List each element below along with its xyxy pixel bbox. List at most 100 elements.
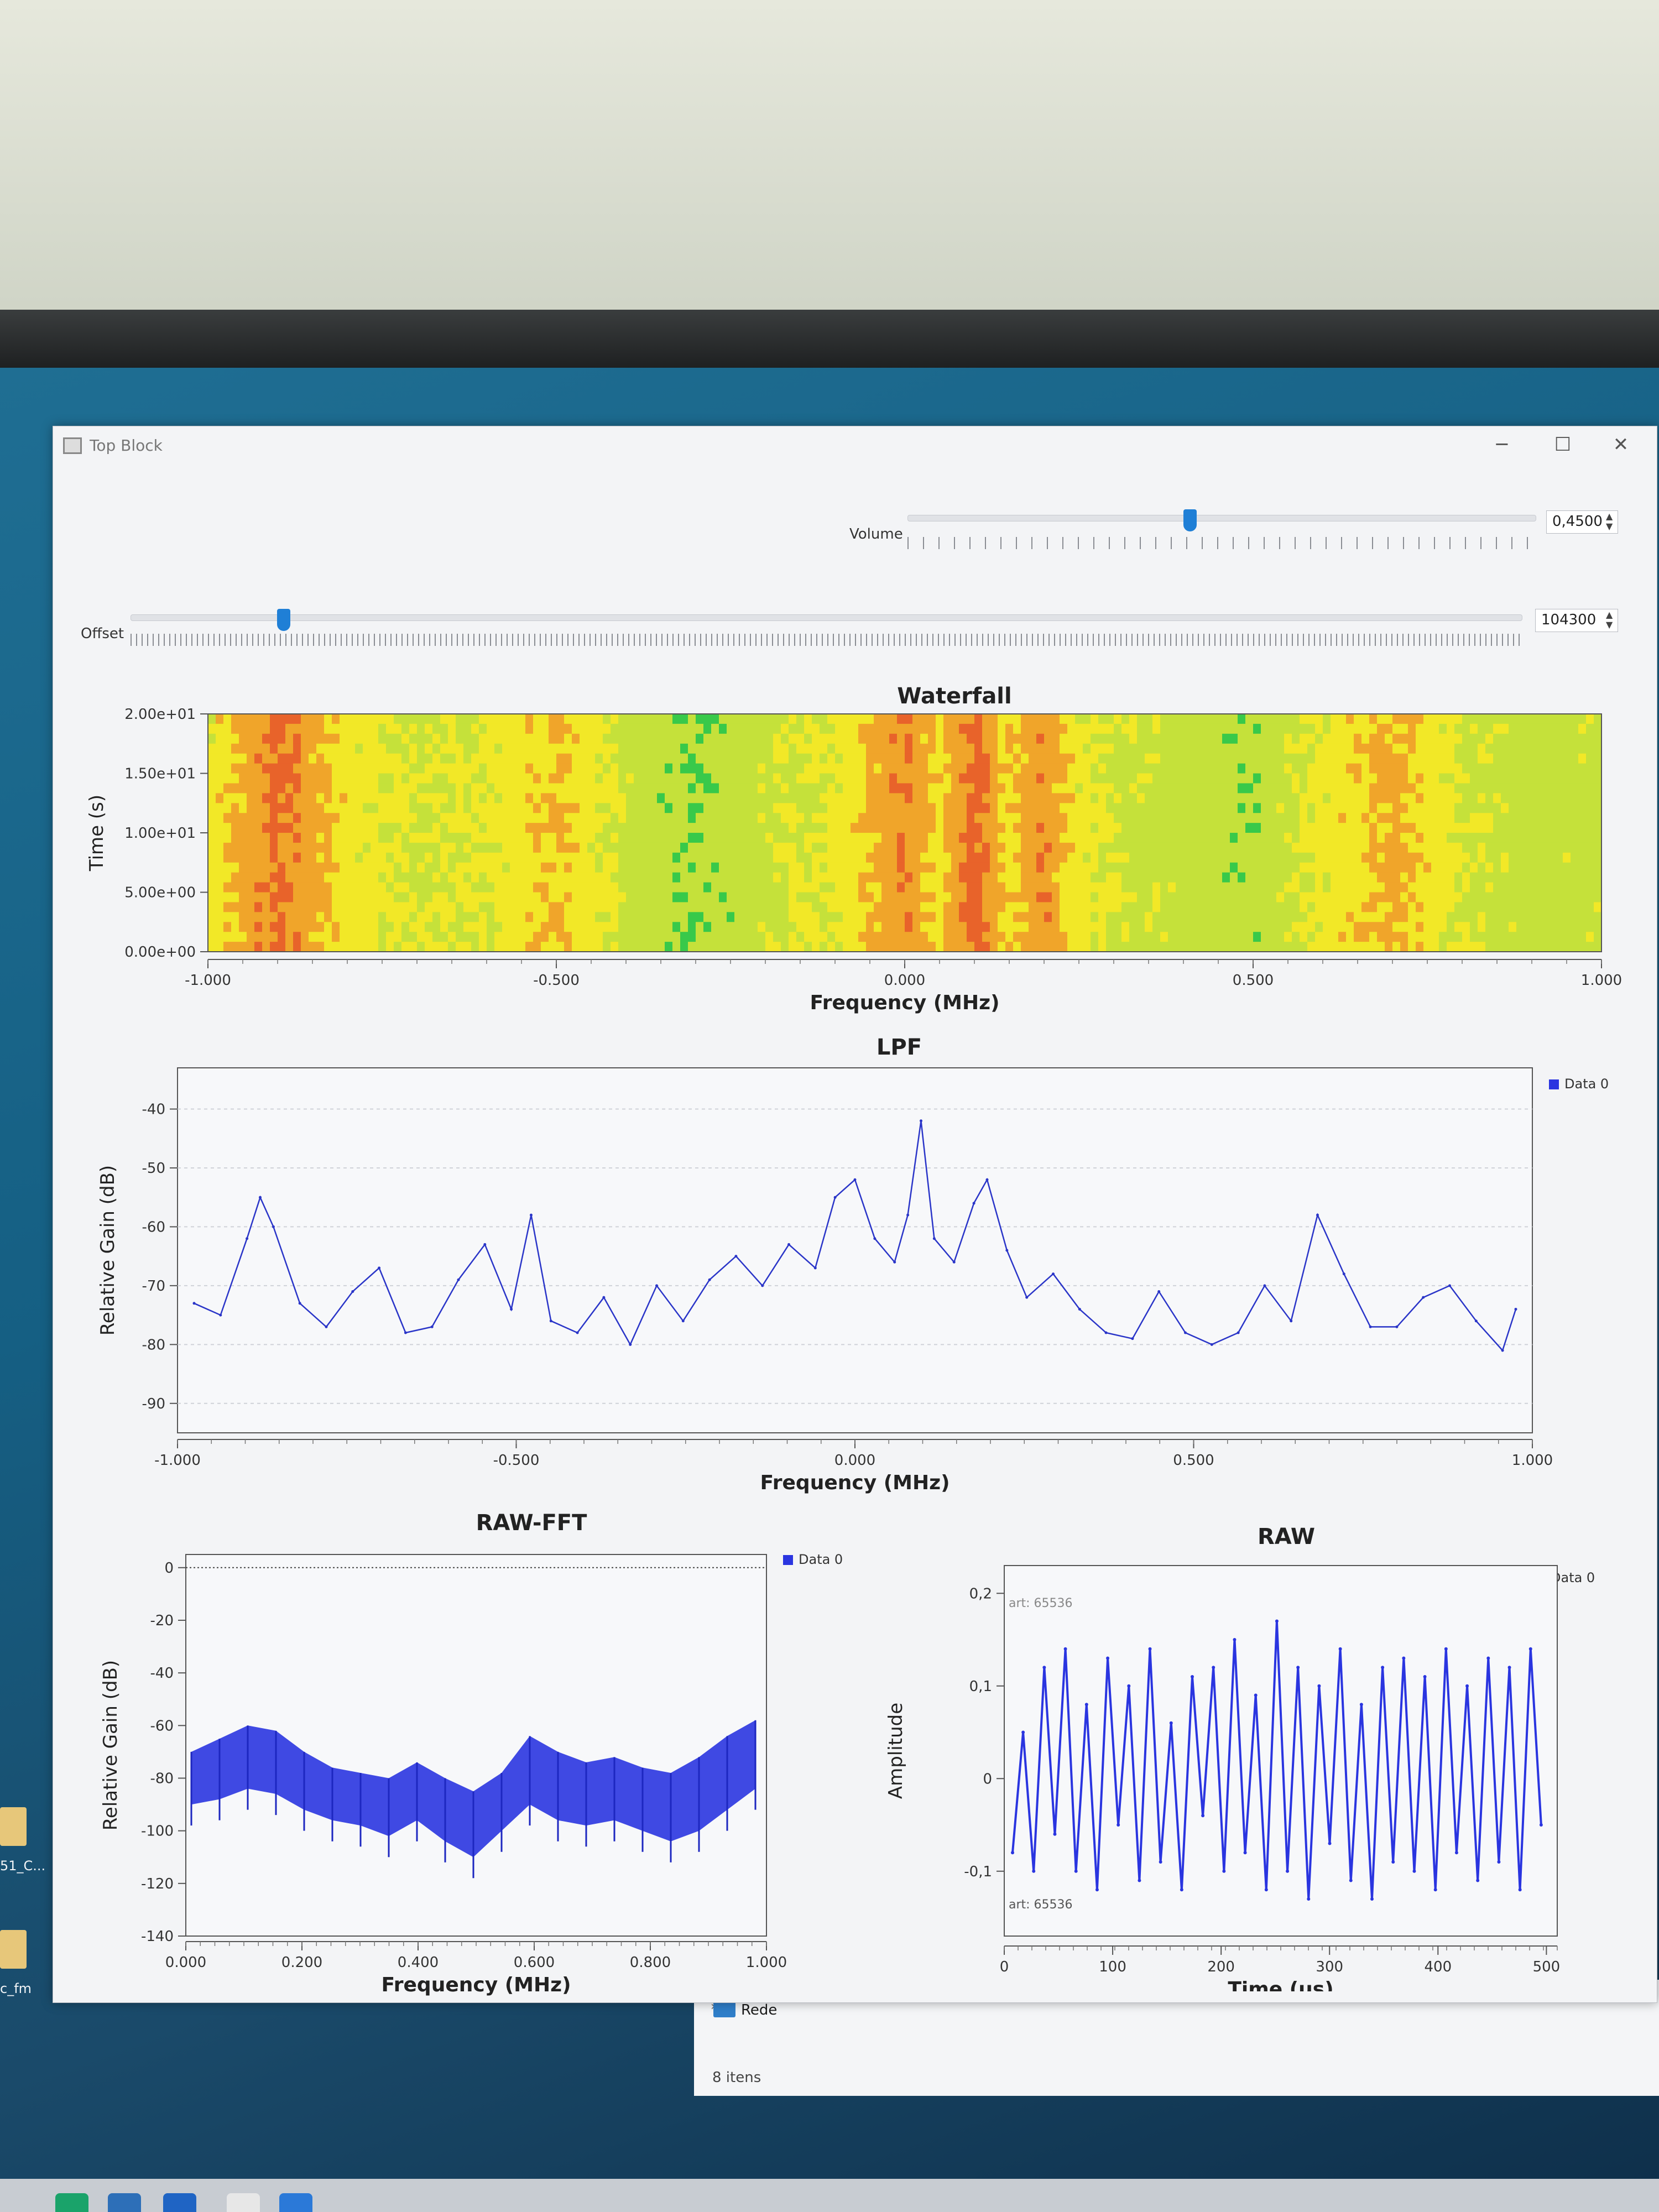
waterfall-cell: [758, 743, 766, 754]
waterfall-cell: [812, 783, 820, 794]
waterfall-cell: [1091, 783, 1099, 794]
waterfall-cell: [1509, 852, 1517, 863]
waterfall-cell: [1075, 912, 1083, 922]
minimize-button[interactable]: ─: [1483, 431, 1521, 458]
waterfall-cell: [1060, 803, 1068, 813]
volume-slider-track[interactable]: [907, 515, 1536, 521]
waterfall-cell: [1191, 942, 1199, 952]
waterfall-cell: [789, 842, 797, 853]
waterfall-cell: [1478, 743, 1486, 754]
waterfall-cell: [1114, 892, 1122, 902]
offset-slider-handle[interactable]: [276, 609, 290, 631]
waterfall-cell: [417, 872, 425, 883]
waterfall-cell: [874, 862, 882, 873]
desktop-file-icon[interactable]: [0, 1807, 27, 1846]
waterfall-cell: [750, 862, 758, 873]
waterfall-cell: [758, 892, 766, 902]
waterfall-cell: [1214, 803, 1223, 813]
waterfall-cell: [696, 833, 704, 843]
waterfall-cell: [1168, 842, 1176, 853]
waterfall-cell: [1114, 942, 1122, 952]
raw-plot[interactable]: 0,20,10-0,10 100 200 300 400 500Time (us)Ampl…: [844, 1549, 1651, 1991]
waterfall-cell: [1098, 852, 1107, 863]
waterfall-cell: [889, 723, 898, 734]
waterfall-cell: [1292, 793, 1300, 804]
waterfall-cell: [363, 714, 371, 724]
app-icon[interactable]: [279, 2193, 312, 2212]
waterfall-cell: [1392, 803, 1401, 813]
waterfall-cell: [967, 892, 975, 902]
waterfall-cell: [851, 852, 859, 863]
waterfall-cell: [1331, 842, 1339, 853]
desktop-file-label[interactable]: 51_C...: [0, 1858, 45, 1874]
waterfall-plot[interactable]: 0.00e+005.00e+001.00e+011.50e+012.00e+01…: [53, 708, 1657, 1035]
y-tick-label: 0.00e+00: [124, 944, 196, 961]
spin-arrows-icon[interactable]: ▲ ▼: [1606, 512, 1613, 531]
waterfall-cell: [1516, 723, 1525, 734]
waterfall-cell: [641, 842, 650, 853]
waterfall-cell: [719, 803, 727, 813]
waterfall-cell: [1354, 882, 1362, 893]
waterfall-cell: [1416, 932, 1424, 942]
spin-arrows-icon[interactable]: ▲ ▼: [1606, 610, 1613, 630]
volume-slider-handle[interactable]: [1183, 509, 1197, 531]
rawfft-plot[interactable]: 0-20-40-60-80-100-120-1400.000 0.200 0.400…: [53, 1538, 816, 1997]
waterfall-cell: [889, 842, 898, 853]
waterfall-cell: [912, 773, 921, 784]
waterfall-cell: [1594, 803, 1602, 813]
waterfall-cell: [1199, 892, 1207, 902]
waterfall-cell: [1021, 823, 1029, 833]
waterfall-cell: [1199, 932, 1207, 942]
waterfall-cell: [1493, 872, 1501, 883]
start-icon[interactable]: [55, 2193, 88, 2212]
waterfall-cell: [920, 733, 928, 744]
waterfall-cell: [618, 833, 627, 843]
waterfall-cell: [742, 763, 750, 774]
app-icon[interactable]: [227, 2193, 260, 2212]
waterfall-cell: [672, 942, 681, 952]
waterfall-cell: [231, 842, 239, 853]
waterfall-cell: [1036, 922, 1045, 932]
waterfall-cell: [1400, 932, 1408, 942]
waterfall-cell: [208, 783, 216, 794]
x-tick-label: 500: [1533, 1959, 1561, 1975]
waterfall-cell: [1392, 842, 1401, 853]
waterfall-cell: [247, 813, 255, 823]
waterfall-cell: [1361, 813, 1370, 823]
waterfall-cell: [1238, 743, 1246, 754]
app-icon[interactable]: [163, 2193, 196, 2212]
waterfall-cell: [1524, 852, 1532, 863]
waterfall-cell: [1454, 753, 1463, 764]
waterfall-cell: [835, 942, 843, 952]
waterfall-cell: [293, 882, 301, 893]
waterfall-cell: [425, 743, 433, 754]
waterfall-cell: [239, 842, 247, 853]
waterfall-cell: [1129, 773, 1138, 784]
waterfall-cell: [672, 902, 681, 912]
waterfall-cell: [378, 813, 387, 823]
waterfall-cell: [1129, 872, 1138, 883]
waterfall-cell: [580, 942, 588, 952]
waterfall-cell: [657, 922, 665, 932]
waterfall-cell: [1075, 723, 1083, 734]
desktop-file-icon[interactable]: [0, 1930, 27, 1969]
waterfall-cell: [1331, 912, 1339, 922]
waterfall-cell: [278, 783, 286, 794]
lpf-plot[interactable]: -40-50-60-70-80-90-1.000 -0.500 0.000 0.500…: [53, 1062, 1657, 1499]
waterfall-cell: [1454, 723, 1463, 734]
explorer-item-rede[interactable]: Rede: [741, 2002, 777, 2018]
desktop-file-label[interactable]: c_fm: [0, 1981, 32, 1996]
waterfall-cell: [1447, 852, 1455, 863]
close-button[interactable]: ✕: [1601, 431, 1640, 458]
waterfall-cell: [998, 872, 1006, 883]
waterfall-cell: [1571, 823, 1579, 833]
app-icon[interactable]: [108, 2193, 141, 2212]
waterfall-cell: [1230, 803, 1238, 813]
waterfall-cell: [518, 942, 526, 952]
waterfall-cell: [1245, 753, 1254, 764]
waterfall-cell: [1044, 733, 1052, 744]
offset-slider-track[interactable]: [131, 614, 1522, 621]
maximize-button[interactable]: ☐: [1543, 431, 1582, 458]
waterfall-cell: [417, 852, 425, 863]
waterfall-cell: [394, 803, 402, 813]
